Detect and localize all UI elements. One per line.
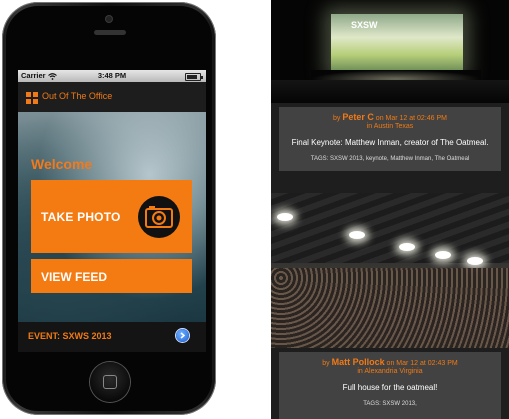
post-byline: by Peter C on Mar 12 at 02:46 PM bbox=[279, 113, 501, 123]
hero-background: Welcome TAKE PHOTO VIEW FEED bbox=[18, 112, 206, 322]
status-bar: Carrier 3:48 PM bbox=[18, 70, 206, 82]
battery-icon bbox=[185, 73, 203, 81]
camera-icon bbox=[137, 195, 181, 244]
post-date: on Mar 12 at 02:46 PM bbox=[375, 115, 448, 122]
post-tags: TAGS: SXSW 2013, bbox=[363, 401, 417, 407]
event-label: EVENT: SXWS 2013 bbox=[28, 331, 112, 341]
view-feed-label: VIEW FEED bbox=[41, 270, 108, 284]
post-text: Final Keynote: Matthew Inman, creator of… bbox=[291, 138, 489, 147]
app-logo-icon bbox=[26, 91, 38, 109]
stage-screen: SXSW bbox=[331, 14, 463, 72]
feed-post: by Matt Pollock on Mar 12 at 02:43 PM in… bbox=[279, 352, 501, 419]
photo-feed: SXSW by Peter C on Mar 12 at 02:46 PM in… bbox=[271, 0, 509, 419]
post-location: in Alexandria Virginia bbox=[357, 368, 423, 375]
ceiling-light bbox=[277, 213, 293, 221]
app-header: Out Of The Office bbox=[18, 82, 206, 112]
status-time: 3:48 PM bbox=[97, 71, 127, 80]
post-author[interactable]: Matt Pollock bbox=[332, 357, 385, 367]
welcome-heading: Welcome bbox=[31, 156, 93, 172]
crowd bbox=[271, 268, 509, 348]
ceiling-light bbox=[467, 257, 483, 265]
post-author[interactable]: Peter C bbox=[342, 112, 374, 122]
iphone-device: Carrier 3:48 PM Out Of The Office Welcom… bbox=[2, 2, 216, 415]
ceiling-light bbox=[399, 243, 415, 251]
home-button[interactable] bbox=[90, 362, 130, 402]
stage-sign: SXSW bbox=[351, 20, 378, 30]
post-location: in Austin Texas bbox=[366, 123, 414, 130]
take-photo-label: TAKE PHOTO bbox=[41, 210, 121, 224]
event-footer[interactable]: EVENT: SXWS 2013 bbox=[18, 322, 206, 352]
post-by: by bbox=[322, 360, 330, 367]
chevron-right-icon[interactable] bbox=[176, 329, 189, 342]
feed-post: by Peter C on Mar 12 at 02:46 PM in Aust… bbox=[279, 107, 501, 171]
post-by: by bbox=[332, 115, 341, 122]
keynote-photo[interactable]: SXSW bbox=[271, 0, 509, 103]
app-title: Out Of The Office bbox=[42, 91, 113, 101]
front-camera bbox=[106, 16, 112, 22]
phone-screen: Carrier 3:48 PM Out Of The Office Welcom… bbox=[18, 70, 206, 352]
hall-ceiling bbox=[271, 193, 509, 263]
post-byline: by Matt Pollock on Mar 12 at 02:43 PM bbox=[279, 358, 501, 368]
post-text: Full house for the oatmeal! bbox=[342, 383, 438, 392]
ceiling-light bbox=[349, 231, 365, 239]
audience-photo[interactable] bbox=[271, 193, 509, 348]
post-date: on Mar 12 at 02:43 PM bbox=[386, 360, 458, 367]
earpiece-speaker bbox=[94, 30, 126, 35]
view-feed-button[interactable]: VIEW FEED bbox=[31, 259, 192, 293]
post-tags: TAGS: SXSW 2013, keynote, Matthew Inman,… bbox=[310, 156, 470, 162]
take-photo-button[interactable]: TAKE PHOTO bbox=[31, 180, 192, 253]
ceiling-light bbox=[435, 251, 451, 259]
audience-silhouette bbox=[271, 80, 509, 103]
